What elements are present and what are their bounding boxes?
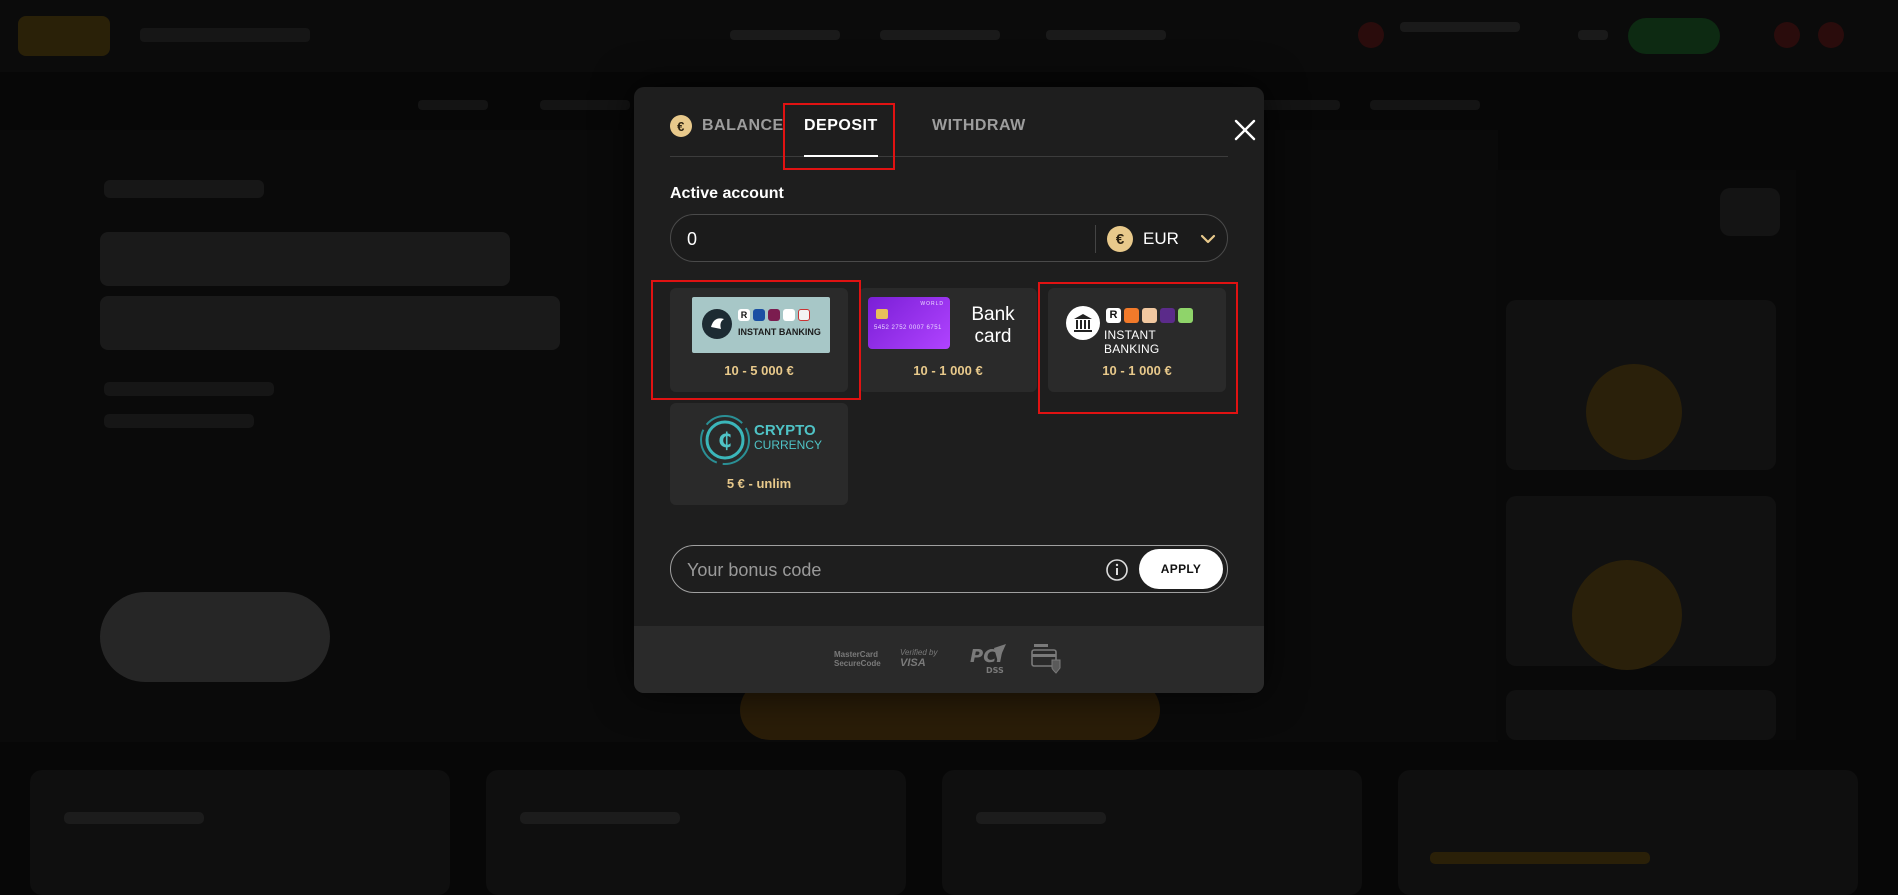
signup-button [1628,18,1720,54]
bottom-card-title [64,812,204,824]
bottom-card-title [1430,852,1650,864]
amount-input[interactable] [687,227,1067,251]
crypto-logo-subtext: CURRENCY [754,438,823,452]
info-icon[interactable] [1105,558,1129,582]
bank-card-label: Bank card [971,304,1015,347]
payment-method-bank-card[interactable]: 5452 2752 0007 6751 WORLD Bank card 10 -… [859,288,1037,392]
top-nav-item [1578,30,1608,40]
flag-icon [1774,22,1800,48]
side-card [1506,690,1776,740]
promo-tag [104,180,264,198]
crypto-coin-icon: ₵ [700,415,750,465]
deposit-range: 5 € - unlim [726,476,792,491]
trust-badges: MasterCard SecureCode Verified by VISA P… [634,626,1264,693]
euro-coin-icon: € [1107,226,1133,252]
bonus-code-field: APPLY [670,545,1228,593]
svg-text:₵: ₵ [718,428,732,452]
bottom-card [30,770,450,895]
tab-balance-label: BALANCE [702,117,784,134]
sub-nav-item [418,100,488,110]
promo-subtitle [104,382,274,396]
bottom-card-title [976,812,1106,824]
active-account-label: Active account [670,185,784,202]
bottom-card [942,770,1362,895]
svg-text:DSS: DSS [986,666,1004,675]
currency-select[interactable]: € EUR [1107,225,1217,253]
top-nav-item [1046,30,1166,40]
sub-nav-item [1260,100,1340,110]
side-widget [1720,188,1780,236]
verified-by-visa-logo: Verified by VISA [900,648,938,669]
site-logo-text [140,28,310,42]
user-info [1400,22,1520,32]
currency-label: EUR [1143,229,1179,248]
secure-payment-icon [1030,642,1064,681]
crypto-logo: ₵ CRYPTO CURRENCY [698,413,822,465]
bonus-code-input[interactable] [687,558,1087,582]
card-chip-icon [876,309,888,319]
visa-text: VISA [900,657,926,669]
payment-method-crypto[interactable]: ₵ CRYPTO CURRENCY 5 € - unlim [670,403,848,505]
securecode-text: SecureCode [834,659,881,668]
promo-title [100,232,510,286]
flag-icon [1358,22,1384,48]
divider [1095,225,1096,253]
promo-button [100,592,330,682]
wallet-tabs: € BALANCE DEPOSIT WITHDRAW [670,87,1256,157]
pci-dss-logo: PCI DSS [968,642,1008,681]
highlight-box [783,103,895,170]
highlight-box [1038,282,1238,414]
tab-withdraw[interactable]: WITHDRAW [932,117,1026,157]
close-icon[interactable] [1232,117,1258,143]
amount-field: € EUR [670,214,1228,262]
flag-icon [1818,22,1844,48]
top-nav-item [730,30,840,40]
promo-title [100,296,560,350]
chevron-down-icon [1200,234,1216,244]
bottom-card [486,770,906,895]
coin-image [1586,364,1682,460]
bottom-card-title [520,812,680,824]
coin-image [1572,560,1682,670]
top-nav-item [880,30,1000,40]
bank-card-icon: 5452 2752 0007 6751 WORLD [868,297,950,349]
tab-balance[interactable]: € BALANCE [670,115,784,157]
tab-withdraw-label: WITHDRAW [932,117,1026,134]
crypto-logo-text: CRYPTO [754,422,816,439]
deposit-range: 10 - 1 000 € [913,363,983,378]
site-logo [18,16,110,56]
sub-nav-item [1370,100,1480,110]
mastercard-text: MasterCard [834,650,879,659]
sub-nav-item [540,100,630,110]
mastercard-securecode-logo: MasterCard SecureCode [834,650,881,668]
highlight-box [651,280,861,400]
promo-subtitle [104,414,254,428]
bottom-card [1398,770,1858,895]
apply-button[interactable]: APPLY [1139,549,1223,589]
euro-coin-icon: € [670,115,692,137]
